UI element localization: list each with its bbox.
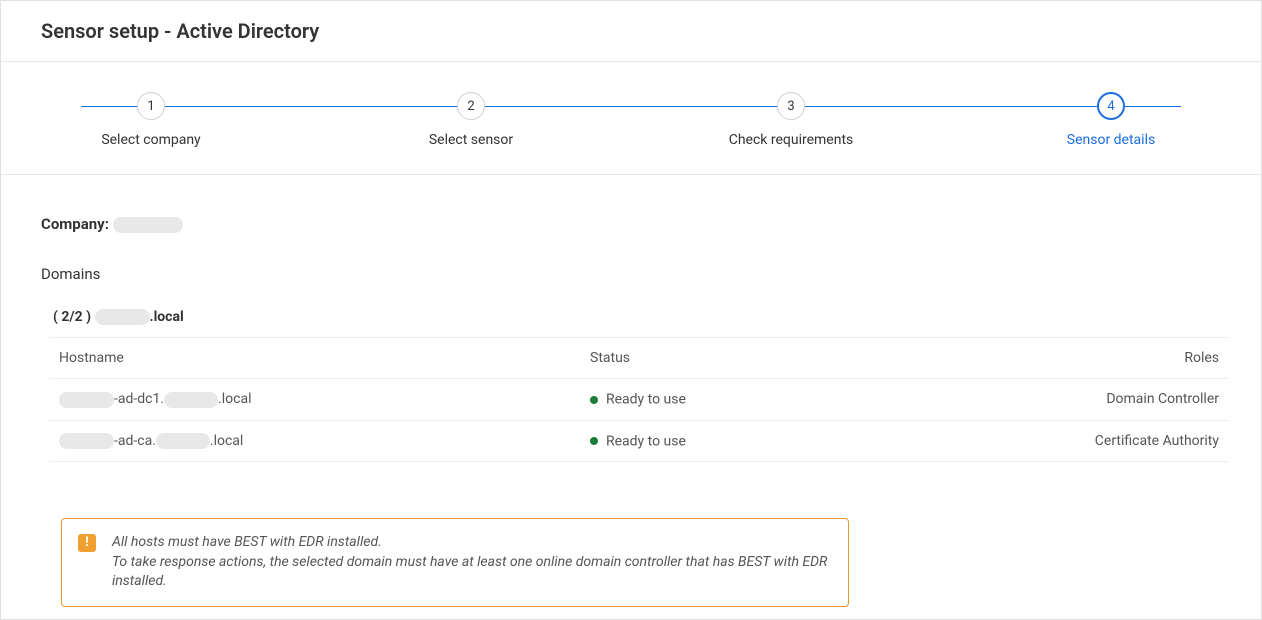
- content-area: Company: Domains ( 2/2 ) .local Hostname…: [1, 175, 1261, 620]
- warning-line1: All hosts must have BEST with EDR instal…: [112, 534, 382, 550]
- cell-status: Ready to use: [580, 420, 993, 461]
- hostname-suffix: .local: [218, 391, 251, 407]
- company-label: Company:: [41, 215, 109, 233]
- status-text: Ready to use: [606, 433, 686, 449]
- warning-icon: !: [78, 534, 96, 552]
- domain-suffix: .local: [150, 309, 184, 325]
- cell-role: Domain Controller: [993, 379, 1229, 420]
- domain-count: ( 2/2 ): [53, 309, 91, 325]
- col-status: Status: [580, 338, 993, 379]
- cell-hostname: -ad-dc1. .local: [49, 379, 580, 420]
- warning-line2: To take response actions, the selected d…: [112, 553, 832, 592]
- col-roles: Roles: [993, 338, 1229, 379]
- page-title: Sensor setup - Active Directory: [41, 19, 1221, 43]
- step-label-2: Select sensor: [429, 132, 513, 148]
- cell-role: Certificate Authority: [993, 420, 1229, 461]
- step-label-3: Check requirements: [729, 132, 854, 148]
- col-hostname: Hostname: [49, 338, 580, 379]
- step-select-sensor[interactable]: 2 Select sensor: [401, 92, 541, 148]
- cell-hostname: -ad-ca. .local: [49, 420, 580, 461]
- step-circle-4: 4: [1097, 92, 1125, 120]
- hostname-prefix-redacted: [59, 433, 114, 449]
- table-row[interactable]: -ad-dc1. .local Ready to use Domain Contr…: [49, 379, 1229, 420]
- stepper: 1 Select company 2 Select sensor 3 Check…: [81, 92, 1181, 148]
- step-check-requirements[interactable]: 3 Check requirements: [721, 92, 861, 148]
- hostname-domain-redacted: [156, 433, 210, 449]
- hosts-table: Hostname Status Roles -ad-dc1. .local Rea…: [49, 337, 1229, 462]
- status-dot-icon: [590, 437, 598, 445]
- hostname-domain-redacted: [164, 392, 218, 408]
- table-row[interactable]: -ad-ca. .local Ready to use Certificate A…: [49, 420, 1229, 461]
- step-circle-1: 1: [137, 92, 165, 120]
- step-circle-2: 2: [457, 92, 485, 120]
- status-dot-icon: [590, 396, 598, 404]
- domain-name-redacted: [95, 309, 150, 325]
- company-row: Company:: [41, 215, 1221, 233]
- hostname-mid: -ad-dc1.: [114, 391, 164, 407]
- stepper-line: [81, 106, 1181, 107]
- company-value-redacted: [113, 217, 183, 233]
- step-label-4: Sensor details: [1067, 132, 1155, 148]
- domain-header: ( 2/2 ) .local: [41, 309, 1221, 337]
- step-circle-3: 3: [777, 92, 805, 120]
- hostname-mid: -ad-ca.: [114, 433, 156, 449]
- warning-alert: ! All hosts must have BEST with EDR inst…: [61, 518, 849, 607]
- hostname-suffix: .local: [210, 433, 243, 449]
- stepper-container: 1 Select company 2 Select sensor 3 Check…: [1, 62, 1261, 175]
- status-text: Ready to use: [606, 392, 686, 408]
- table-header-row: Hostname Status Roles: [49, 338, 1229, 379]
- cell-status: Ready to use: [580, 379, 993, 420]
- page-root: Sensor setup - Active Directory 1 Select…: [0, 0, 1262, 620]
- step-sensor-details[interactable]: 4 Sensor details: [1041, 92, 1181, 148]
- step-label-1: Select company: [101, 132, 200, 148]
- step-select-company[interactable]: 1 Select company: [81, 92, 221, 148]
- page-header: Sensor setup - Active Directory: [1, 1, 1261, 62]
- warning-text: All hosts must have BEST with EDR instal…: [112, 533, 832, 592]
- domains-section-title: Domains: [41, 265, 1221, 283]
- hostname-prefix-redacted: [59, 392, 114, 408]
